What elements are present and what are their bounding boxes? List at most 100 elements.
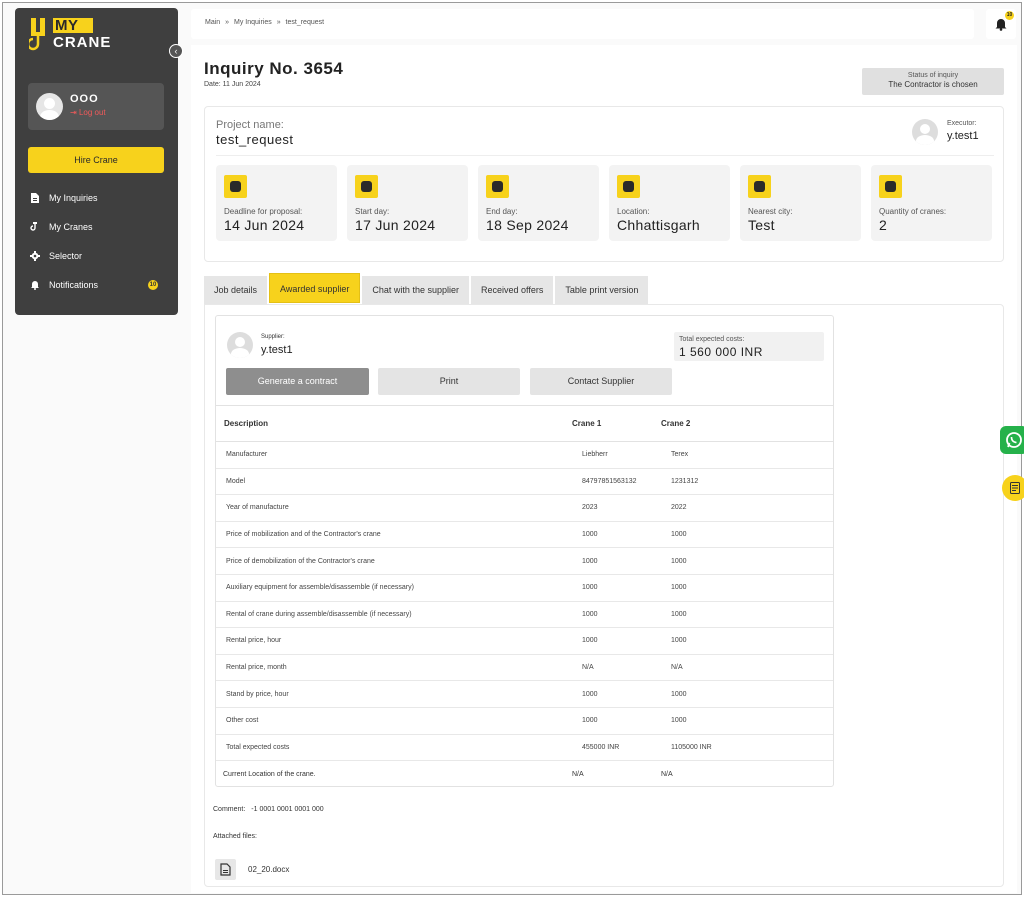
status-badge: Status of inquiry The Contractor is chos… [862, 68, 1004, 95]
crane-1-value: N/A [572, 761, 661, 788]
sidebar-item-label: Selector [49, 251, 82, 261]
table-row: Rental price, monthN/AN/A [216, 654, 833, 681]
row-description: Stand by price, hour [216, 681, 572, 708]
stat-nearest-city: Nearest city: Test [740, 165, 861, 241]
table-row: ManufacturerLiebherrTerex [216, 442, 833, 469]
table-row: Rental of crane during assemble/disassem… [216, 601, 833, 628]
stat-label: Start day: [355, 207, 389, 216]
breadcrumb-my-inquiries[interactable]: My Inquiries [234, 19, 272, 26]
crane-2-value: 1000 [661, 681, 833, 708]
total-cost-label: Total expected costs: [679, 336, 744, 343]
user-name: OOO [70, 93, 99, 105]
stat-label: Quantity of cranes: [879, 207, 946, 216]
location-pin-icon [617, 175, 640, 198]
supplier-avatar [227, 332, 253, 358]
sidebar-item-label: My Inquiries [49, 193, 98, 203]
sidebar-item-my-cranes[interactable]: My Cranes [30, 219, 160, 235]
crane-2-value: 1105000 INR [661, 734, 833, 761]
tab-awarded-supplier[interactable]: Awarded supplier [269, 273, 360, 303]
avatar[interactable] [36, 93, 63, 120]
crane-2-value: N/A [661, 654, 833, 681]
logo-text-my: MY [53, 18, 93, 33]
main-content: Inquiry No. 3654 Date: 11 Jun 2024 Statu… [191, 45, 1017, 893]
crane-2-value: Terex [661, 442, 833, 469]
tab-chat-with-supplier[interactable]: Chat with the supplier [362, 276, 469, 305]
row-description: Current Location of the crane. [216, 761, 572, 788]
crane-2-value: 1231312 [661, 468, 833, 495]
divider [216, 155, 994, 156]
supplier-card: Supplier: y.test1 Total expected costs: … [215, 315, 834, 787]
tab-job-details[interactable]: Job details [204, 276, 267, 305]
stat-value: 14 Jun 2024 [224, 217, 304, 233]
attached-file[interactable]: 02_20.docx [215, 859, 289, 880]
column-header: Crane 2 [661, 406, 833, 442]
stat-label: Location: [617, 207, 649, 216]
executor-label: Executor: [947, 120, 977, 127]
comment-value: -1 0001 0001 0001 000 [251, 806, 323, 813]
crane-1-value: 1000 [572, 601, 661, 628]
crane-icon [879, 175, 902, 198]
crane-2-value: 1000 [661, 548, 833, 575]
sidebar-item-selector[interactable]: Selector [30, 248, 160, 264]
status-label: Status of inquiry [862, 72, 1004, 79]
status-value: The Contractor is chosen [862, 80, 1004, 89]
table-row: Price of demobilization of the Contracto… [216, 548, 833, 575]
notifications-button[interactable]: 10 [986, 9, 1016, 39]
tab-content: Supplier: y.test1 Total expected costs: … [204, 304, 1004, 887]
logo[interactable]: MY CRANE [29, 16, 119, 56]
row-description: Rental price, hour [216, 628, 572, 655]
bell-icon [30, 280, 40, 290]
tab-received-offers[interactable]: Received offers [471, 276, 553, 305]
total-cost-value: 1 560 000 INR [679, 345, 763, 359]
crane-1-value: 1000 [572, 574, 661, 601]
print-button[interactable]: Print [378, 368, 520, 395]
breadcrumb-current: test_request [286, 19, 325, 26]
total-cost-box: Total expected costs: 1 560 000 INR [674, 332, 824, 361]
logout-link[interactable]: ⇥ Log out [70, 108, 106, 117]
whatsapp-button[interactable] [1000, 426, 1024, 454]
row-description: Auxiliary equipment for assemble/disasse… [216, 574, 572, 601]
project-name-label: Project name: [216, 119, 284, 131]
generate-contract-button[interactable]: Generate a contract [226, 368, 369, 395]
row-description: Manufacturer [216, 442, 572, 469]
note-icon [1010, 482, 1020, 494]
row-description: Model [216, 468, 572, 495]
logout-label: Log out [79, 108, 106, 117]
feedback-button[interactable] [1002, 475, 1024, 501]
comment: Comment: -1 0001 0001 0001 000 [213, 806, 324, 813]
file-icon [215, 859, 236, 880]
row-description: Year of manufacture [216, 495, 572, 522]
stat-label: Nearest city: [748, 207, 792, 216]
comment-label: Comment: [213, 806, 245, 813]
breadcrumb-main[interactable]: Main [205, 19, 220, 26]
executor-avatar [912, 119, 938, 145]
table-row: Year of manufacture20232022 [216, 495, 833, 522]
stat-value: Chhattisgarh [617, 217, 700, 233]
crane-1-value: Liebherr [572, 442, 661, 469]
collapse-sidebar-button[interactable]: ‹ [169, 44, 183, 58]
table-row: Model847978515631321231312 [216, 468, 833, 495]
breadcrumb-separator: » [225, 19, 229, 26]
bell-icon [995, 18, 1007, 31]
row-description: Other cost [216, 707, 572, 734]
sidebar-item-label: My Cranes [49, 222, 93, 232]
calendar-start-icon [355, 175, 378, 198]
tab-table-print-version[interactable]: Table print version [555, 276, 648, 305]
whatsapp-icon [1005, 431, 1023, 449]
notification-count-badge: 10 [1005, 11, 1014, 20]
row-description: Rental price, month [216, 654, 572, 681]
contact-supplier-button[interactable]: Contact Supplier [530, 368, 672, 395]
stat-label: Deadline for proposal: [224, 207, 302, 216]
crane-2-value: 1000 [661, 601, 833, 628]
hire-crane-button[interactable]: Hire Crane [28, 147, 164, 173]
stat-location: Location: Chhattisgarh [609, 165, 730, 241]
crane-2-value: 1000 [661, 574, 833, 601]
user-card: OOO ⇥ Log out [28, 83, 164, 130]
stat-quantity-cranes: Quantity of cranes: 2 [871, 165, 992, 241]
row-description: Price of demobilization of the Contracto… [216, 548, 572, 575]
sidebar-item-notifications[interactable]: Notifications 10 [30, 277, 160, 293]
breadcrumb: Main » My Inquiries » test_request [205, 19, 324, 26]
sidebar: MY CRANE OOO ⇥ Log out Hire Crane My Inq… [15, 8, 178, 315]
sidebar-item-my-inquiries[interactable]: My Inquiries [30, 190, 160, 206]
crane-1-value: 1000 [572, 548, 661, 575]
